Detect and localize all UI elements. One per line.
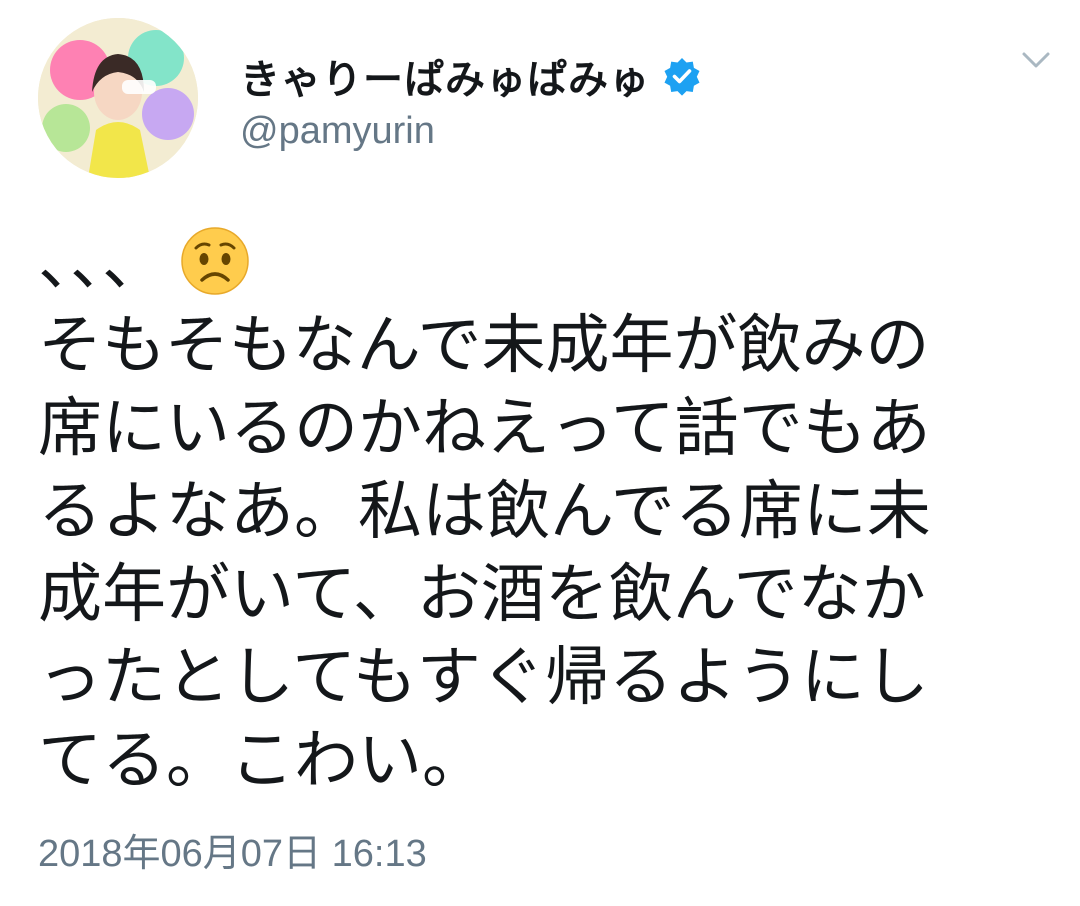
tweet-text-line: るよなあ。私は飲んでる席に未 (38, 475, 931, 549)
tweet-timestamp[interactable]: 2018年06月07日 16:13 (38, 822, 427, 877)
display-name[interactable]: きゃりーぱみゅぱみゅ (240, 47, 650, 105)
tweet-text-line-content: 、、、 (38, 226, 166, 300)
tweet-card: きゃりーぱみゅぱみゅ @pamyurin 、、、 そもそもなんで未成年が飲みの … (0, 0, 1080, 906)
display-name-row: きゃりーぱみゅぱみゅ (240, 46, 702, 106)
tweet-text-line: そもそもなんで未成年が飲みの (38, 309, 930, 383)
tweet-header: きゃりーぱみゅぱみゅ @pamyurin (38, 18, 1050, 178)
verified-badge-icon (662, 56, 702, 96)
tweet-text-line: 席にいるのかねえって話でもあ (38, 392, 931, 466)
tweet-text: 、、、 そもそもなんで未成年が飲みの 席にいるのかねえって話でもあ るよなあ。私… (38, 222, 1048, 803)
chevron-down-icon[interactable] (1016, 40, 1056, 80)
avatar[interactable] (38, 18, 198, 178)
avatar-image (38, 18, 198, 178)
tweet-text-line: 、、、 (38, 222, 1048, 305)
tweet-text-line: 成年がいて、お酒を飲んでなか (38, 558, 926, 632)
worried-face-emoji-icon (180, 226, 250, 296)
tweet-text-line: ったとしてもすぐ帰るようにし (38, 641, 929, 715)
user-handle[interactable]: @pamyurin (240, 110, 435, 153)
tweet-text-line: てる。こわい。 (38, 724, 486, 798)
